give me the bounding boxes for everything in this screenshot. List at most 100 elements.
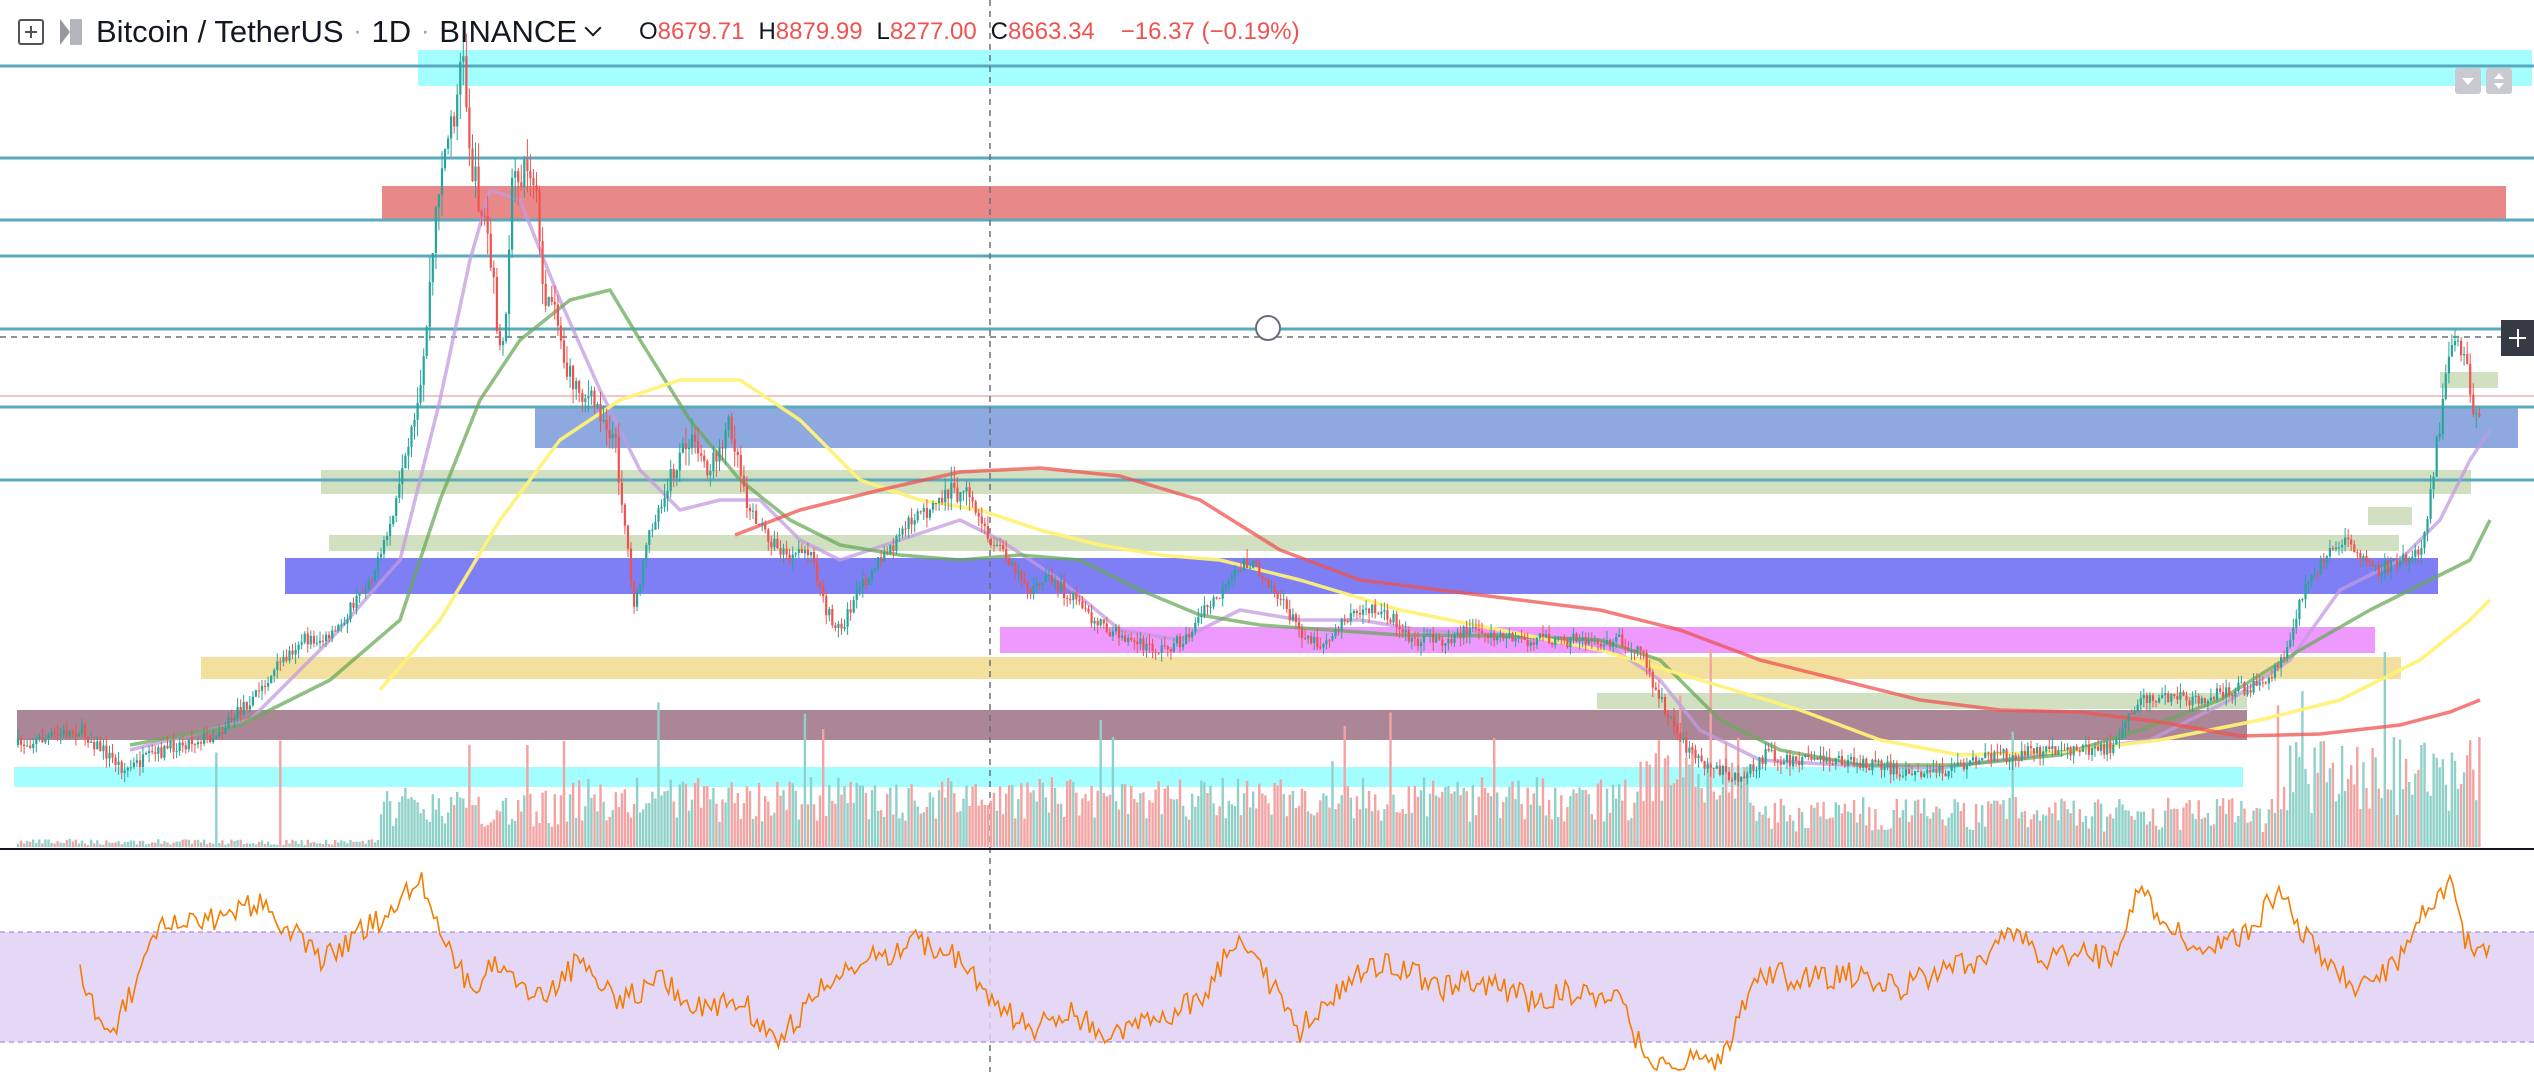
candle-body xyxy=(236,706,239,719)
volume-bar xyxy=(797,819,800,847)
candle-body xyxy=(355,595,358,608)
volume-bar xyxy=(2075,825,2078,847)
volume-bar xyxy=(1181,805,1185,847)
price-chart[interactable] xyxy=(0,0,2534,1072)
volume-bar xyxy=(1279,779,1282,847)
zone-yellow xyxy=(201,657,2401,679)
separator-dot: · xyxy=(353,18,362,45)
candle-body xyxy=(1023,579,1026,583)
candle-body xyxy=(965,487,968,492)
candle-body xyxy=(1862,758,1865,768)
volume-bar xyxy=(584,806,587,847)
candle-body xyxy=(1435,637,1438,643)
high-value: 8879.99 xyxy=(775,18,863,45)
candle-body xyxy=(2029,746,2033,749)
volume-bar xyxy=(523,795,526,847)
volume-bar xyxy=(1172,799,1176,847)
volume-bar xyxy=(1532,793,1535,847)
volume-bar xyxy=(730,782,733,847)
volume-bar xyxy=(2282,786,2286,847)
candle-body xyxy=(1008,559,1011,566)
volume-bar xyxy=(1410,812,1413,847)
volume-bar xyxy=(1444,787,1447,847)
volume-bar xyxy=(672,801,675,847)
volume-bar xyxy=(1932,812,1935,847)
candle-body xyxy=(2356,552,2359,554)
volume-bar xyxy=(462,798,465,847)
volume-bar xyxy=(1361,778,1365,847)
candle-body xyxy=(1596,640,1599,644)
candle-body xyxy=(2429,489,2432,519)
candle-body xyxy=(2334,547,2338,550)
volume-bar xyxy=(1544,815,1548,847)
exchange-label[interactable]: BINANCE xyxy=(439,14,577,50)
volume-bar xyxy=(2096,799,2100,847)
volume-bar xyxy=(1904,799,1908,847)
volume-bar xyxy=(80,840,84,847)
candle-body xyxy=(825,596,828,616)
volume-bar xyxy=(1383,809,1386,847)
volume-bar xyxy=(2279,809,2283,847)
candle-body xyxy=(2402,554,2405,561)
volume-bar xyxy=(2209,825,2213,847)
candle-body xyxy=(873,568,877,571)
volume-bar xyxy=(1224,818,1227,847)
volume-bar xyxy=(1392,794,1395,847)
volume-bar xyxy=(1328,807,1331,847)
volume-bar xyxy=(2099,803,2103,847)
volume-bar xyxy=(1801,812,1804,847)
volume-bar xyxy=(928,792,932,847)
collapse-pane-button[interactable] xyxy=(2455,68,2481,94)
volume-bar xyxy=(773,812,776,847)
candle-body xyxy=(434,207,437,253)
volume-bar xyxy=(276,844,279,847)
candle-body xyxy=(1142,638,1145,651)
volume-bar xyxy=(245,843,248,847)
volume-bar xyxy=(1441,791,1444,847)
volume-bar xyxy=(1123,784,1127,847)
plus-square-icon[interactable] xyxy=(18,19,44,45)
candle-body xyxy=(1764,749,1767,765)
volume-bar xyxy=(1483,787,1487,847)
candle-body xyxy=(1697,755,1700,759)
candle-body xyxy=(1971,757,1975,761)
volume-bar xyxy=(22,843,26,847)
volume-bar xyxy=(1929,818,1932,847)
candle-body xyxy=(279,661,282,663)
candle-body xyxy=(1038,583,1041,586)
candle-body xyxy=(904,528,907,530)
volume-bar xyxy=(693,783,697,847)
candle-body xyxy=(2304,584,2307,600)
candle-body xyxy=(285,656,288,661)
candle-body xyxy=(504,313,508,342)
zone-blue xyxy=(535,408,2518,448)
volume-bar xyxy=(2136,811,2139,847)
interval-label[interactable]: 1D xyxy=(372,14,412,50)
volume-bar xyxy=(1303,790,1307,847)
candle-body xyxy=(2469,363,2472,395)
volume-bar xyxy=(62,843,65,847)
candle-body xyxy=(2106,741,2109,755)
volume-bar xyxy=(764,796,767,847)
candle-body xyxy=(1740,776,1743,782)
candle-body xyxy=(1255,560,1258,563)
volume-bar xyxy=(1291,790,1295,847)
candle-body xyxy=(678,452,681,471)
candle-body xyxy=(2164,693,2167,696)
drawing-anchor-handle[interactable] xyxy=(1255,315,1281,341)
volume-bar xyxy=(1349,797,1352,847)
volume-bar xyxy=(1273,783,1276,847)
symbol-name[interactable]: Bitcoin / TetherUS xyxy=(96,14,344,50)
volume-bar xyxy=(596,811,599,847)
candle-body xyxy=(1953,765,1956,767)
candle-body xyxy=(559,325,562,341)
candle-body xyxy=(767,529,770,542)
maximize-pane-button[interactable] xyxy=(2486,68,2512,94)
volume-bar xyxy=(19,840,23,847)
candle-body xyxy=(1584,637,1587,645)
chevron-down-icon[interactable] xyxy=(584,19,602,37)
volume-bar xyxy=(1657,740,1661,847)
volume-bar xyxy=(654,798,657,847)
crosshair-plus-button[interactable] xyxy=(2501,320,2534,356)
volume-bar xyxy=(623,789,627,847)
